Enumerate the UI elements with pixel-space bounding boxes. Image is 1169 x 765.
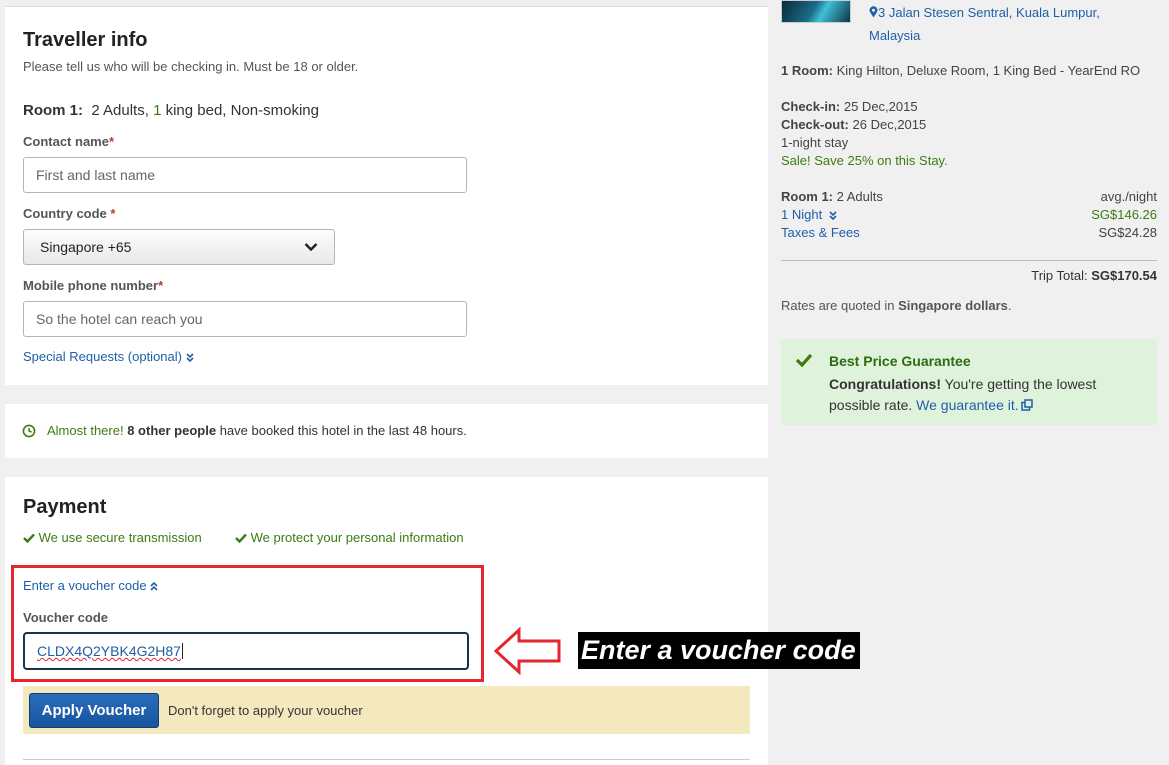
country-code-select[interactable]: Singapore +65 xyxy=(23,229,335,265)
room1-value: 2 Adults xyxy=(836,189,883,204)
booking-notice-card: Almost there! 8 other people have booked… xyxy=(5,404,768,458)
guarantee-bold: Congratulations! xyxy=(829,376,941,392)
price-guarantee-box: Best Price Guarantee Congratulations! Yo… xyxy=(781,339,1157,425)
rates-post: . xyxy=(1007,298,1012,313)
voucher-code-value: CLDX4Q2YBK4G2H87 xyxy=(37,643,181,659)
required-mark: * xyxy=(108,134,115,149)
enter-voucher-text: Enter a voucher code xyxy=(23,578,147,593)
traveller-info-subtitle: Please tell us who will be checking in. … xyxy=(23,59,359,74)
external-link-icon xyxy=(1020,399,1033,411)
mobile-phone-placeholder: So the hotel can reach you xyxy=(36,311,203,327)
room-summary: 1 Room: King Hilton, Deluxe Room, 1 King… xyxy=(781,63,1140,78)
double-chevron-down-icon xyxy=(829,211,837,221)
nights-link-text: 1 Night xyxy=(781,207,823,222)
room1-summary: Room 1: 2 Adults xyxy=(781,188,883,206)
hotel-address[interactable]: 3 Jalan Stesen Sentral, Kuala Lumpur, Ma… xyxy=(869,1,1149,47)
taxes-price: SG$24.28 xyxy=(1098,225,1157,240)
special-requests-text: Special Requests (optional) xyxy=(23,349,182,364)
chevron-down-icon xyxy=(304,243,318,252)
avg-night-label: avg./night xyxy=(1100,189,1157,204)
trip-total-label: Trip Total: xyxy=(1031,268,1088,283)
price-header-row: Room 1: 2 Adults avg./night xyxy=(781,188,1157,206)
checkin-value: 25 Dec,2015 xyxy=(843,99,918,114)
address-line1: 3 Jalan Stesen Sentral, Kuala Lumpur, xyxy=(878,5,1100,20)
clock-icon xyxy=(22,424,36,438)
required-mark: * xyxy=(110,206,116,221)
rates-pre: Rates are quoted in xyxy=(781,298,899,313)
annotation-label: Enter a voucher code xyxy=(578,632,860,669)
taxes-fees-link[interactable]: Taxes & Fees xyxy=(781,224,860,242)
address-line2: Malaysia xyxy=(869,28,921,43)
required-mark: * xyxy=(158,278,164,293)
hotel-thumbnail xyxy=(781,0,851,23)
nights-link[interactable]: 1 Night xyxy=(781,206,837,224)
checkmark-icon xyxy=(235,533,247,544)
room-summary-label: 1 Room: xyxy=(781,63,833,78)
apply-voucher-button[interactable]: Apply Voucher xyxy=(29,693,159,728)
traveller-info-card: Traveller info Please tell us who will b… xyxy=(5,6,768,385)
room-label: Room 1: xyxy=(23,102,83,119)
payment-title: Payment xyxy=(23,496,107,518)
rates-bold: Singapore dollars xyxy=(898,298,1008,313)
voucher-code-input[interactable]: CLDX4Q2YBK4G2H87 xyxy=(23,632,469,670)
booking-notice-text: Almost there! 8 other people have booked… xyxy=(47,423,467,438)
notice-bold: 8 other people xyxy=(127,423,217,438)
checkmark-icon xyxy=(23,533,35,544)
mobile-phone-label: Mobile phone number* xyxy=(23,278,163,293)
map-pin-icon xyxy=(869,6,878,18)
voucher-code-label: Voucher code xyxy=(23,610,109,625)
room-desc-pre: 2 Adults, xyxy=(91,102,154,119)
apply-voucher-bar: Apply Voucher Don't forget to apply your… xyxy=(23,686,750,734)
trip-total-value: SG$170.54 xyxy=(1091,268,1157,283)
special-requests-link[interactable]: Special Requests (optional) xyxy=(23,349,194,364)
apply-voucher-hint: Don't forget to apply your voucher xyxy=(168,703,363,718)
annotation-arrow-icon xyxy=(493,627,561,675)
price-breakdown: Room 1: 2 Adults avg./night 1 Night SG$1… xyxy=(781,188,1157,242)
secure-transmission-note: We use secure transmission xyxy=(23,530,202,545)
double-chevron-up-icon xyxy=(150,581,158,591)
nightly-price: SG$146.26 xyxy=(1091,207,1157,222)
currency-note: Rates are quoted in Singapore dollars. xyxy=(781,298,1012,313)
mobile-phone-label-text: Mobile phone number xyxy=(23,278,159,293)
guarantee-text: Congratulations! You're getting the lowe… xyxy=(829,374,1139,416)
room1-label: Room 1: xyxy=(781,189,833,204)
checkin-label: Check-in: xyxy=(781,99,841,114)
guarantee-title: Best Price Guarantee xyxy=(829,353,971,369)
contact-name-input[interactable]: First and last name xyxy=(23,157,467,193)
enter-voucher-link[interactable]: Enter a voucher code xyxy=(23,578,158,593)
mobile-phone-input[interactable]: So the hotel can reach you xyxy=(23,301,467,337)
room-summary-value: King Hilton, Deluxe Room, 1 King Bed - Y… xyxy=(836,63,1141,78)
taxes-row: Taxes & Fees SG$24.28 xyxy=(781,224,1157,242)
stay-length: 1-night stay xyxy=(781,135,849,150)
guarantee-link-text: We guarantee it. xyxy=(916,397,1019,413)
protect-info-note: We protect your personal information xyxy=(235,530,464,545)
room-desc-post: king bed, Non-smoking xyxy=(161,102,319,119)
country-code-value: Singapore +65 xyxy=(40,239,132,255)
room-description: Room 1: 2 Adults, 1 king bed, Non-smokin… xyxy=(23,102,319,119)
annotation-text: Enter a voucher code xyxy=(581,635,856,665)
notice-rest: have booked this hotel in the last 48 ho… xyxy=(216,423,467,438)
stay-dates: Check-in: 25 Dec,2015 Check-out: 26 Dec,… xyxy=(781,98,948,170)
contact-name-label-text: Contact name xyxy=(23,134,109,149)
sale-note: Sale! Save 25% on this Stay. xyxy=(781,153,948,168)
trip-total: Trip Total: SG$170.54 xyxy=(781,268,1157,283)
double-chevron-down-icon xyxy=(186,353,194,363)
checkout-label: Check-out: xyxy=(781,117,849,132)
country-code-label: Country code * xyxy=(23,206,115,221)
checkmark-icon xyxy=(795,353,813,367)
checkout-value: 26 Dec,2015 xyxy=(852,117,927,132)
guarantee-link[interactable]: We guarantee it. xyxy=(916,397,1033,413)
payment-card: Payment We use secure transmission We pr… xyxy=(5,477,768,765)
contact-name-placeholder: First and last name xyxy=(36,167,156,183)
nightly-price-row: 1 Night SG$146.26 xyxy=(781,206,1157,224)
summary-divider xyxy=(781,260,1157,261)
country-code-label-text: Country code xyxy=(23,206,107,221)
apply-voucher-label: Apply Voucher xyxy=(41,702,147,719)
protect-info-text: We protect your personal information xyxy=(250,530,464,545)
notice-lead: Almost there! xyxy=(47,423,124,438)
payment-divider xyxy=(23,759,750,760)
traveller-info-title: Traveller info xyxy=(23,29,148,51)
secure-transmission-text: We use secure transmission xyxy=(38,530,202,545)
contact-name-label: Contact name* xyxy=(23,134,114,149)
